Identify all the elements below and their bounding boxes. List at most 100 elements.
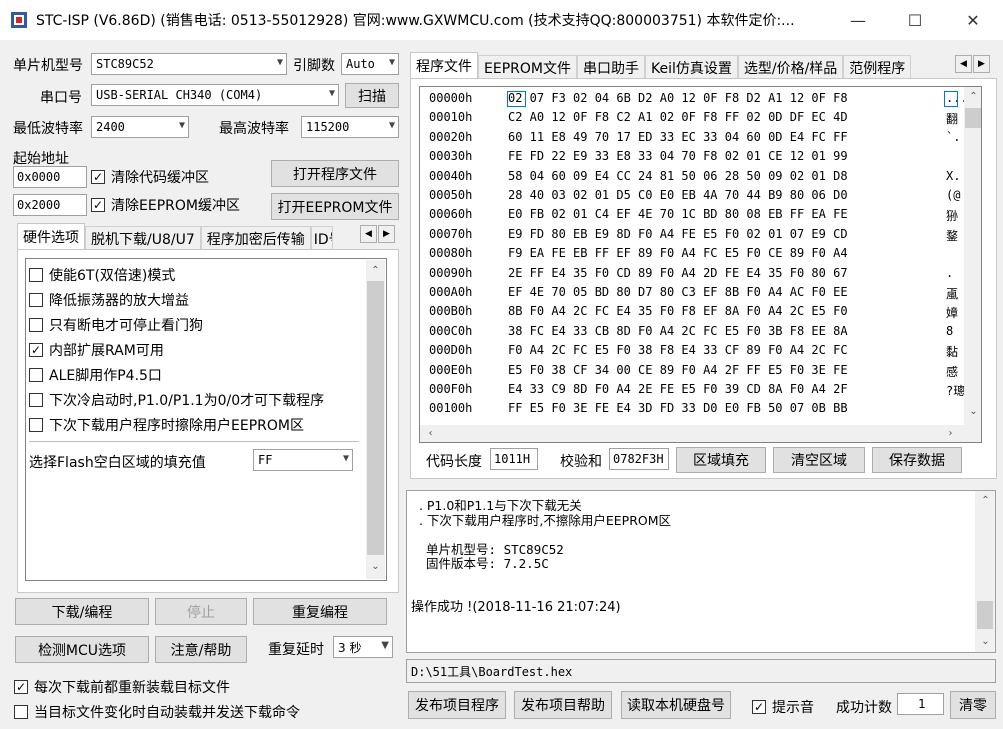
- list-item[interactable]: 下次下载用户程序时擦除用户EEPROM区: [29, 412, 359, 437]
- save-data-button[interactable]: 保存数据: [872, 447, 962, 473]
- scroll-up-icon[interactable]: ⌃: [977, 492, 994, 509]
- list-item[interactable]: ALE脚用作P4.5口: [29, 362, 359, 387]
- option-checkbox[interactable]: ✓: [29, 342, 43, 357]
- list-item[interactable]: ✓ 内部扩展RAM可用: [29, 337, 359, 362]
- hex-address: 000C0h: [429, 323, 473, 338]
- tab-selection-price[interactable]: 选型/价格/样品: [737, 55, 844, 79]
- help-button[interactable]: 注意/帮助: [155, 636, 247, 663]
- clear-code-checkbox[interactable]: ✓: [91, 170, 105, 184]
- tab-offline-download[interactable]: 脱机下载/U8/U7: [85, 226, 201, 250]
- hex-bytes: 2E FF E4 35 F0 CD 89 F0 A4 2D FE E4 35 F…: [508, 265, 848, 280]
- close-button[interactable]: ✕: [944, 0, 1002, 40]
- hex-row: 00000h 02 07 F3 02 04 6B D2 A0 12 0F F8 D…: [420, 91, 965, 110]
- hex-address: 00060h: [429, 207, 473, 222]
- hex-bytes: 60 11 E8 49 70 17 ED 33 EC 33 04 60 0D E…: [508, 129, 848, 144]
- hex-bytes: F9 EA FE EB FF EF 89 F0 A4 FC E5 F0 CE 8…: [508, 246, 848, 261]
- scroll-up-icon[interactable]: ⌃: [965, 88, 981, 105]
- tab-eeprom-file[interactable]: EEPROM文件: [478, 55, 577, 79]
- hex-row: 000A0h EF 4E 70 05 BD 80 D7 80 C3 EF 8B F…: [420, 285, 965, 304]
- option-checkbox[interactable]: [29, 392, 43, 407]
- mcu-type-select[interactable]: STC89C52 ▼: [91, 53, 287, 75]
- code-address-input[interactable]: 0x0000: [13, 166, 87, 188]
- option-label: 使能6T(双倍速)模式: [49, 267, 176, 284]
- scrollbar-thumb[interactable]: [367, 281, 384, 555]
- tab-scroll-right-icon[interactable]: ▶: [973, 55, 990, 73]
- list-item[interactable]: 下次冷启动时,P1.0/P1.1为0/0才可下载程序: [29, 387, 359, 412]
- tab-id[interactable]: ID号: [310, 226, 333, 250]
- scroll-down-icon[interactable]: ⌄: [977, 633, 994, 650]
- hex-vscrollbar[interactable]: [964, 87, 981, 425]
- tab-scroll-left-icon[interactable]: ◀: [360, 225, 377, 243]
- option-checkbox[interactable]: [29, 267, 43, 282]
- maximize-button[interactable]: ☐: [886, 0, 944, 40]
- fill-value-select[interactable]: FF ▼: [253, 449, 353, 471]
- eeprom-address-input[interactable]: 0x2000: [13, 194, 87, 216]
- clear-count-button[interactable]: 清零: [950, 691, 996, 719]
- minimize-button[interactable]: —: [829, 0, 887, 40]
- reload-before-download-row[interactable]: ✓ 每次下载前都重新装载目标文件: [14, 677, 230, 697]
- clear-code-label: 清除代码缓冲区: [111, 170, 209, 186]
- log-line: 单片机型号: STC89C52: [411, 541, 564, 557]
- reload-checkbox[interactable]: ✓: [14, 680, 28, 694]
- option-checkbox[interactable]: [29, 367, 43, 382]
- prompt-sound-row[interactable]: ✓ 提示音: [752, 697, 814, 717]
- tab-program-file[interactable]: 程序文件: [410, 52, 478, 79]
- min-baud-select[interactable]: 2400 ▼: [91, 116, 189, 138]
- fill-region-button[interactable]: 区域填充: [676, 447, 766, 473]
- tab-encrypted-transfer[interactable]: 程序加密后传输: [200, 226, 311, 250]
- scrollbar-thumb[interactable]: [977, 601, 993, 629]
- pins-select[interactable]: Auto ▼: [341, 53, 399, 75]
- hex-row: 000F0h E4 33 C9 8D F0 A4 2E FE E5 F0 39 C…: [420, 382, 965, 401]
- clear-eeprom-checkbox[interactable]: ✓: [91, 198, 105, 212]
- clear-eeprom-label: 清除EEPROM缓冲区: [111, 198, 240, 214]
- log-line: . 下次下载用户程序时,不擦除用户EEPROM区: [411, 512, 672, 528]
- list-item[interactable]: 降低振荡器的放大增益: [29, 287, 359, 312]
- check-mcu-button[interactable]: 检测MCU选项: [15, 636, 149, 663]
- clear-code-checkbox-row[interactable]: ✓ 清除代码缓冲区: [91, 167, 209, 187]
- tab-examples[interactable]: 范例程序: [843, 55, 912, 79]
- list-item[interactable]: 使能6T(双倍速)模式: [29, 262, 359, 287]
- stop-button[interactable]: 停止: [155, 598, 247, 625]
- publish-program-button[interactable]: 发布项目程序: [408, 691, 506, 719]
- clear-region-button[interactable]: 清空区域: [773, 447, 865, 473]
- tab-scroll-right-icon[interactable]: ▶: [378, 225, 395, 243]
- hex-hscrollbar[interactable]: [420, 425, 981, 442]
- scroll-left-icon[interactable]: ‹: [422, 425, 439, 442]
- auto-download-checkbox[interactable]: [14, 705, 28, 719]
- tab-hardware-options[interactable]: 硬件选项: [17, 223, 85, 250]
- hex-row: 000C0h 38 FC E4 33 CB 8D F0 A4 2C FC E5 F…: [420, 324, 965, 343]
- option-checkbox[interactable]: [29, 317, 43, 332]
- log-line: 操作成功 !(2018-11-16 21:07:24): [411, 599, 621, 615]
- scrollbar-thumb[interactable]: [965, 108, 981, 128]
- open-program-file-button[interactable]: 打开程序文件: [271, 160, 399, 187]
- prompt-sound-checkbox[interactable]: ✓: [752, 700, 766, 714]
- hex-row: 00070h E9 FD 80 EB E9 8D F0 A4 FE E5 F0 0…: [420, 227, 965, 246]
- scroll-down-icon[interactable]: ⌄: [367, 558, 384, 575]
- hex-row: 00060h E0 FB 02 01 C4 EF 4E 70 1C BD 80 0…: [420, 207, 965, 226]
- log-output[interactable]: . P1.0和P1.1与下次下载无关 . 下次下载用户程序时,不擦除用户EEPR…: [406, 490, 996, 653]
- option-checkbox[interactable]: [29, 292, 43, 307]
- scan-button[interactable]: 扫描: [345, 83, 399, 108]
- file-path-field[interactable]: D:\51工具\BoardTest.hex: [406, 659, 996, 683]
- app-icon: [11, 12, 27, 28]
- clear-eeprom-checkbox-row[interactable]: ✓ 清除EEPROM缓冲区: [91, 195, 240, 215]
- open-eeprom-file-button[interactable]: 打开EEPROM文件: [271, 193, 399, 220]
- success-count-label: 成功计数: [836, 700, 892, 716]
- scroll-up-icon[interactable]: ⌃: [367, 262, 384, 279]
- scroll-down-icon[interactable]: ⌄: [965, 403, 981, 420]
- port-select[interactable]: USB-SERIAL CH340 (COM4) ▼: [91, 84, 339, 106]
- scroll-right-icon[interactable]: ›: [942, 425, 959, 442]
- hex-view[interactable]: 00000h 02 07 F3 02 04 6B D2 A0 12 0F F8 D…: [419, 86, 982, 443]
- option-checkbox[interactable]: [29, 417, 43, 432]
- read-disk-id-button[interactable]: 读取本机硬盘号: [621, 691, 731, 719]
- tab-scroll-left-icon[interactable]: ◀: [955, 55, 972, 73]
- list-item[interactable]: 只有断电才可停止看门狗: [29, 312, 359, 337]
- repeat-program-button[interactable]: 重复编程: [253, 598, 387, 625]
- tab-keil-settings[interactable]: Keil仿真设置: [644, 55, 738, 79]
- max-baud-select[interactable]: 115200 ▼: [301, 116, 399, 138]
- tab-serial-assistant[interactable]: 串口助手: [576, 55, 645, 79]
- auto-download-row[interactable]: 当目标文件变化时自动装载并发送下载命令: [14, 702, 300, 722]
- publish-help-button[interactable]: 发布项目帮助: [514, 691, 612, 719]
- download-program-button[interactable]: 下载/编程: [15, 598, 149, 625]
- repeat-delay-select[interactable]: 3 秒 ▼: [333, 636, 393, 658]
